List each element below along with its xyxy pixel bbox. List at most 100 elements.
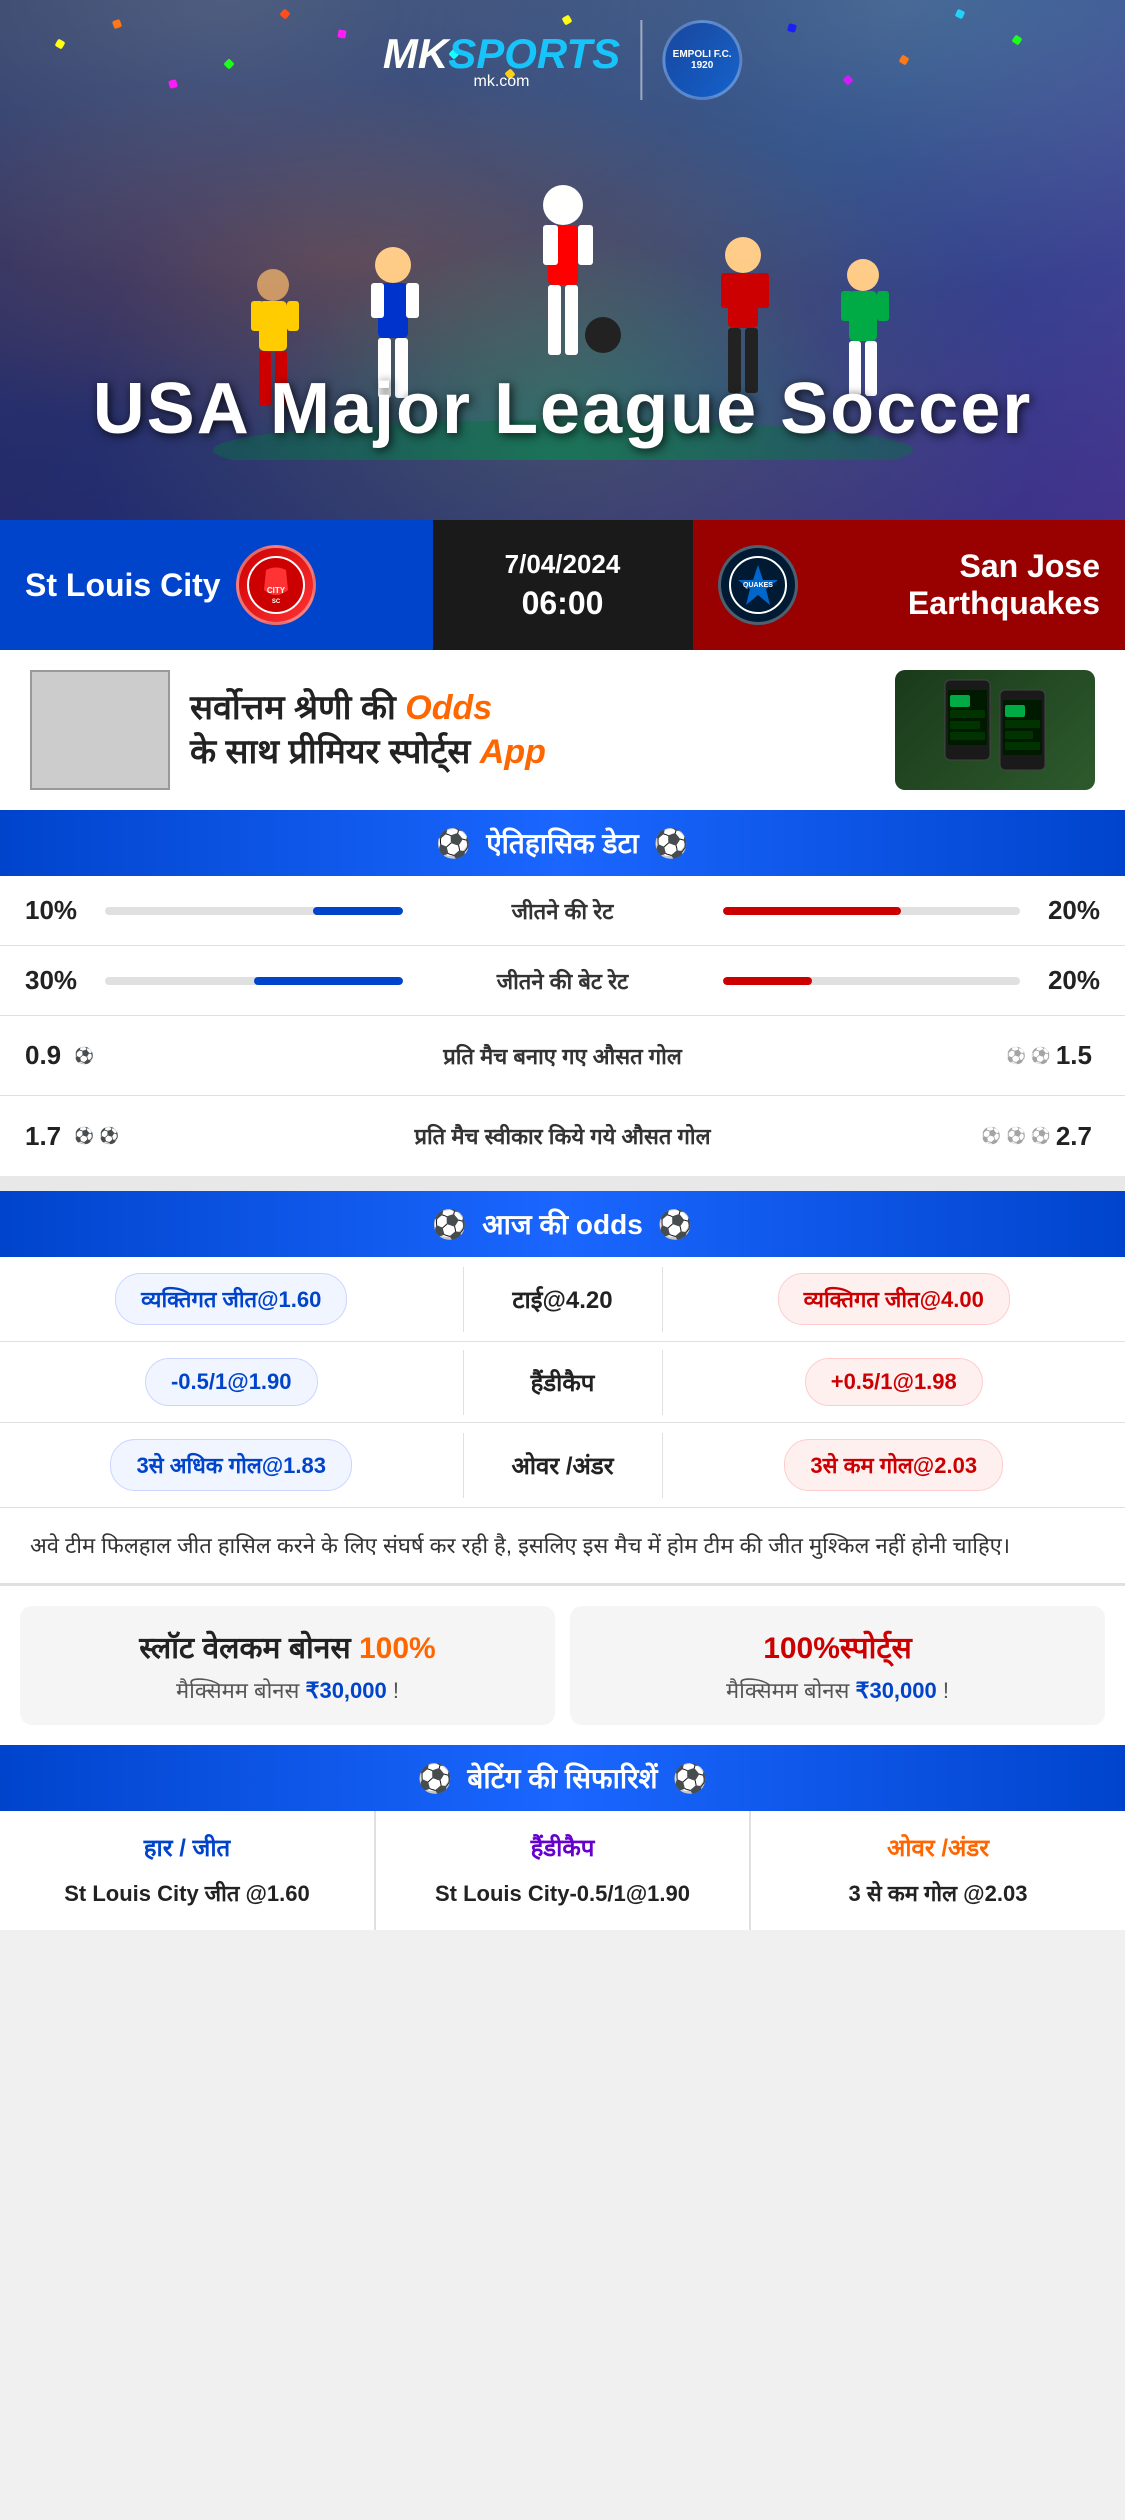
away-bet-win-bar [723,977,1021,985]
away-bet-win-fill [723,977,812,985]
betting-section-header: ⚽ बेटिंग की सिफारिशें ⚽ [0,1745,1125,1811]
betting-col-handicap: हैंडीकैप St Louis City-0.5/1@1.90 [375,1811,750,1930]
goals-scored-row: 0.9 ⚽ प्रति मैच बनाए गए औसत गोल ⚽ ⚽ 1.5 [0,1016,1125,1096]
betting-type-win-lose: हार / जीत [15,1831,359,1864]
ball-icon-8: ⚽ [1031,1126,1051,1146]
ball-icon-7: ⚽ [1006,1126,1026,1146]
away-goals-scored-val: 1.5 [1056,1040,1092,1071]
betting-ball-left: ⚽ [418,1762,453,1795]
bet-win-rate-bar-area: जीतने की बेट रेट [105,966,1020,996]
slot-bonus-amount: ₹30,000 [305,1678,386,1703]
odds-section-header: ⚽ आज की odds ⚽ [0,1191,1125,1257]
odds-ball-right: ⚽ [658,1208,693,1241]
odds-away-handicap: +0.5/1@1.98 [663,1342,1125,1422]
home-bet-win-fill [254,977,403,985]
ball-icon-5: ⚽ [99,1126,119,1146]
promo-banner[interactable]: सर्वोत्तम श्रेणी की Odds के साथ प्रीमियर… [0,650,1125,810]
odds-title: आज की odds [482,1205,643,1243]
ball-icon-1: ⚽ [74,1046,94,1066]
sports-bonus-subtitle: मैक्सिमम बोनस ₹30,000 ! [590,1675,1085,1705]
ball-icon-6: ⚽ [981,1126,1001,1146]
historical-section-header: ⚽ ऐतिहासिक डेटा ⚽ [0,810,1125,876]
slot-bonus-card[interactable]: स्लॉट वेलकम बोनस 100% मैक्सिमम बोनस ₹30,… [20,1606,555,1725]
win-rate-row: 10% जीतने की रेट 20% [0,876,1125,946]
match-date: 7/04/2024 [505,549,621,580]
odds-row-2: -0.5/1@1.90 हैंडीकैप +0.5/1@1.98 [0,1342,1125,1423]
odds-row-3: 3से अधिक गोल@1.83 ओवर /अंडर 3से कम गोल@2… [0,1423,1125,1507]
home-win-rate-fill [313,907,402,915]
away-win-rate-fill [723,907,902,915]
odds-ball-left: ⚽ [432,1208,467,1241]
home-goals-conceded-val: 1.7 [25,1121,61,1152]
odds-over-under-label: ओवर /अंडर [463,1433,663,1498]
sports-bonus-title: 100%स्पोर्ट्स [590,1626,1085,1667]
under-odds[interactable]: 3से कम गोल@2.03 [784,1439,1003,1491]
ball-icon-4: ⚽ [74,1126,94,1146]
betting-grid: हार / जीत St Louis City जीत @1.60 हैंडीक… [0,1811,1125,1930]
betting-value-handicap: St Louis City-0.5/1@1.90 [391,1879,734,1910]
goals-conceded-label: प्रति मैच स्वीकार किये गये औसत गोल [185,1121,940,1151]
sports-bonus-card[interactable]: 100%स्पोर्ट्स मैक्सिमम बोनस ₹30,000 ! [570,1606,1105,1725]
betting-type-handicap: हैंडीकैप [391,1831,734,1864]
odds-home-win: व्यक्तिगत जीत@1.60 [0,1257,463,1341]
svg-text:CITY: CITY [266,586,285,595]
slot-bonus-subtitle: मैक्सिमम बोनस ₹30,000 ! [40,1675,535,1705]
odds-home-handicap: -0.5/1@1.90 [0,1342,463,1422]
betting-col-win-lose: हार / जीत St Louis City जीत @1.60 [0,1811,375,1930]
hero-section: MKSPORTS mk.com EMPOLI F.C.1920 [0,0,1125,520]
away-team-logo: QUAKES [718,545,798,625]
odds-section: व्यक्तिगत जीत@1.60 टाई@4.20 व्यक्तिगत जी… [0,1257,1125,1507]
svg-text:QUAKES: QUAKES [743,582,773,589]
win-rate-bar-area: जीतने की रेट [105,896,1020,926]
win-rate-label: जीतने की रेट [413,896,713,926]
away-team-section: QUAKES San Jose Earthquakes [693,520,1125,650]
home-team-name: St Louis City [25,567,221,604]
betting-col-over-under: ओवर /अंडर 3 से कम गोल @2.03 [750,1811,1125,1930]
slot-bonus-title: स्लॉट वेलकम बोनस 100% [40,1626,535,1667]
bet-win-rate-row: 30% जीतने की बेट रेट 20% [0,946,1125,1016]
odds-away-win: व्यक्तिगत जीत@4.00 [663,1257,1125,1341]
promo-app: App [480,733,546,771]
home-win-rate: 10% [25,895,105,926]
slot-bonus-pct: 100% [359,1632,436,1665]
historical-title: ऐतिहासिक डेटा [486,824,639,862]
promo-highlight: Odds [405,689,492,727]
home-goals-scored-val: 0.9 [25,1040,61,1071]
home-goals-conceded: 1.7 ⚽ ⚽ [25,1121,185,1152]
match-center-info: 7/04/2024 06:00 [433,520,693,650]
home-win-odds[interactable]: व्यक्तिगत जीत@1.60 [115,1273,347,1325]
betting-recommendations: हार / जीत St Louis City जीत @1.60 हैंडीक… [0,1811,1125,1930]
bonus-section: स्लॉट वेलकम बोनस 100% मैक्सिमम बोनस ₹30,… [0,1583,1125,1745]
away-bet-win-rate: 20% [1020,965,1100,996]
bet-win-rate-label: जीतने की बेट रेट [413,966,713,996]
sports-bonus-pct: 100% [763,1632,840,1665]
away-win-rate: 20% [1020,895,1100,926]
betting-value-over-under: 3 से कम गोल @2.03 [766,1879,1110,1910]
home-bet-win-bar [105,977,403,985]
betting-title: बेटिंग की सिफारिशें [467,1759,657,1797]
promo-text: सर्वोत्तम श्रेणी की Odds के साथ प्रीमियर… [190,686,875,774]
home-bet-win-rate: 30% [25,965,105,996]
home-team-section: St Louis City CITY SC [0,520,433,650]
home-handicap-odds[interactable]: -0.5/1@1.90 [145,1358,318,1406]
home-goals-scored: 0.9 ⚽ [25,1040,185,1071]
goals-scored-label: प्रति मैच बनाए गए औसत गोल [185,1041,940,1071]
odds-row-1: व्यक्तिगत जीत@1.60 टाई@4.20 व्यक्तिगत जी… [0,1257,1125,1342]
promo-phone-graphic [895,670,1095,790]
svg-text:SC: SC [271,599,280,605]
promo-image-placeholder [30,670,170,790]
away-handicap-odds[interactable]: +0.5/1@1.98 [805,1358,983,1406]
hero-title: USA Major League Soccer [0,368,1125,450]
away-win-odds[interactable]: व्यक्तिगत जीत@4.00 [778,1273,1010,1325]
away-goals-conceded-val: 2.7 [1056,1121,1092,1152]
over-odds[interactable]: 3से अधिक गोल@1.83 [110,1439,352,1491]
betting-value-win-lose: St Louis City जीत @1.60 [15,1879,359,1910]
betting-type-over-under: ओवर /अंडर [766,1831,1110,1864]
sports-bonus-amount: ₹30,000 [855,1678,936,1703]
odds-under: 3से कम गोल@2.03 [663,1423,1125,1507]
stats-table: 10% जीतने की रेट 20% 30% जीतने की बेट रे… [0,876,1125,1176]
odds-over: 3से अधिक गोल@1.83 [0,1423,463,1507]
odds-handicap-label: हैंडीकैप [463,1350,663,1415]
ball-icon-2: ⚽ [1006,1046,1026,1066]
away-goals-scored: ⚽ ⚽ 1.5 [940,1040,1100,1071]
